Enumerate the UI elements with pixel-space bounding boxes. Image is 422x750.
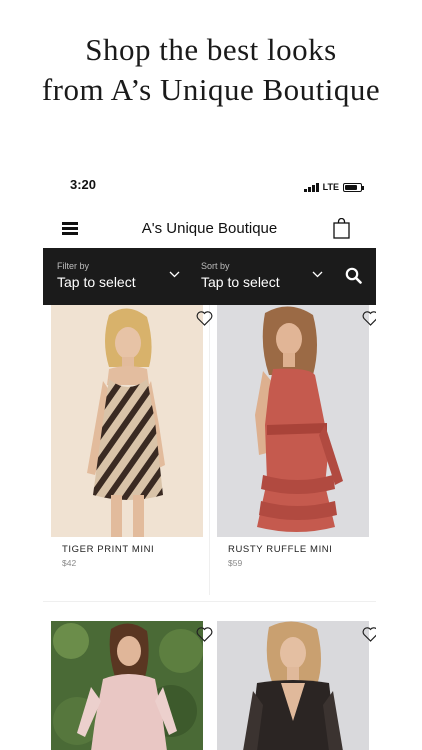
sort-dropdown[interactable]: Sort by Tap to select — [201, 248, 331, 305]
product-image — [217, 621, 369, 750]
sort-value: Tap to select — [201, 274, 280, 290]
filter-value: Tap to select — [57, 274, 136, 290]
chevron-down-icon — [169, 271, 180, 278]
heart-icon[interactable] — [196, 311, 213, 331]
filter-dropdown[interactable]: Filter by Tap to select — [57, 248, 187, 305]
product-card[interactable] — [217, 621, 376, 750]
store-title: A's Unique Boutique — [141, 220, 278, 237]
bag-icon[interactable] — [333, 217, 350, 244]
product-image — [217, 305, 369, 537]
search-icon[interactable] — [345, 267, 362, 289]
promo-line-1: Shop the best looks — [85, 32, 337, 67]
product-price: $42 — [62, 558, 77, 568]
app-screen: 3:20 LTE A's Unique Boutique Filter by T… — [43, 168, 376, 750]
status-bar: 3:20 LTE — [43, 168, 376, 202]
product-name: RUSTY RUFFLE MINI — [228, 544, 333, 555]
heart-icon[interactable] — [362, 627, 376, 647]
heart-icon[interactable] — [362, 311, 376, 331]
status-time: 3:20 — [70, 177, 97, 192]
product-card[interactable]: RUSTY RUFFLE MINI $59 — [217, 305, 376, 595]
sort-label: Sort by — [201, 261, 230, 271]
product-image — [51, 305, 203, 537]
product-card[interactable]: TIGER PRINT MINI $42 — [51, 305, 213, 595]
network-type: LTE — [322, 182, 339, 192]
product-image — [51, 621, 203, 750]
signal-icon — [303, 182, 319, 192]
promo-headline: Shop the best looks from A’s Unique Bout… — [0, 30, 422, 110]
battery-icon — [343, 182, 364, 192]
promo-line-2: from A’s Unique Boutique — [41, 72, 381, 107]
status-indicators: LTE — [303, 182, 364, 192]
app-header: A's Unique Boutique — [43, 210, 376, 246]
product-price: $59 — [228, 558, 243, 568]
chevron-down-icon — [312, 271, 323, 278]
divider — [43, 601, 376, 602]
product-card[interactable] — [51, 621, 213, 750]
product-name: TIGER PRINT MINI — [62, 544, 155, 555]
filter-sort-bar: Filter by Tap to select Sort by Tap to s… — [43, 248, 376, 305]
filter-label: Filter by — [57, 261, 90, 271]
heart-icon[interactable] — [196, 627, 213, 647]
